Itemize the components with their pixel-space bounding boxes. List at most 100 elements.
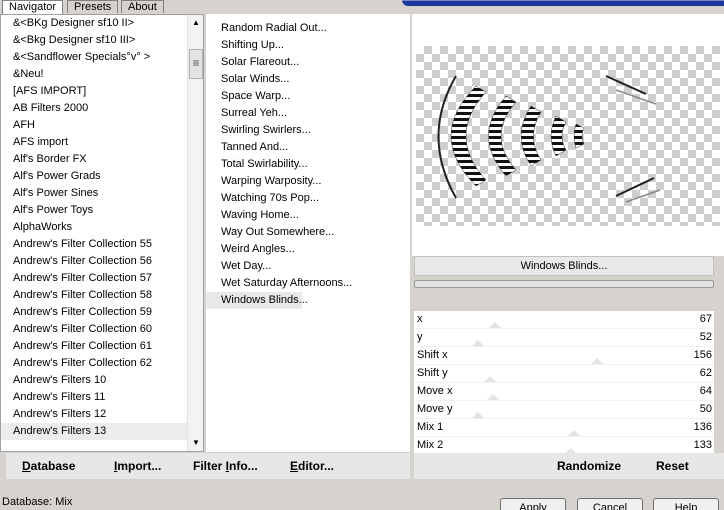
effect-item[interactable]: Random Radial Out... bbox=[206, 20, 394, 37]
filter-category-item[interactable]: Andrew's Filters 11 bbox=[1, 389, 187, 406]
param-label: Shift x bbox=[417, 349, 448, 361]
param-slider-thumb[interactable] bbox=[483, 376, 496, 382]
filter-info-label-rest: nfo... bbox=[229, 459, 258, 473]
filter-category-item[interactable]: Andrew's Filter Collection 61 bbox=[1, 338, 187, 355]
preview-canvas bbox=[416, 46, 720, 226]
tab-about[interactable]: About bbox=[121, 0, 164, 13]
help-button[interactable]: Help bbox=[653, 498, 719, 510]
editor-label-rest: ditor... bbox=[298, 459, 335, 473]
effect-item[interactable]: Space Warp... bbox=[206, 88, 394, 105]
filter-category-item[interactable]: AlphaWorks bbox=[1, 219, 187, 236]
filter-category-item[interactable]: Andrew's Filters 12 bbox=[1, 406, 187, 423]
param-value: 133 bbox=[693, 439, 712, 451]
param-value: 67 bbox=[699, 313, 712, 325]
filter-category-item[interactable]: &<Sandflower Specials°v° > bbox=[1, 49, 187, 66]
param-row[interactable]: Shift x 156 bbox=[414, 347, 714, 365]
filter-category-item[interactable]: Alf's Power Toys bbox=[1, 202, 187, 219]
category-scrollbar[interactable]: ▲ ▼ bbox=[187, 15, 203, 451]
filter-category-item[interactable]: Andrew's Filter Collection 56 bbox=[1, 253, 187, 270]
param-slider-thumb[interactable] bbox=[489, 322, 502, 328]
effect-item[interactable]: Surreal Yeh... bbox=[206, 105, 394, 122]
effect-item[interactable]: Weird Angles... bbox=[206, 241, 394, 258]
filter-category-item[interactable]: Alf's Border FX bbox=[1, 151, 187, 168]
param-slider-thumb[interactable] bbox=[472, 340, 484, 346]
effect-item[interactable]: Way Out Somewhere... bbox=[206, 224, 394, 241]
param-label: Mix 2 bbox=[417, 439, 444, 451]
param-value: 136 bbox=[693, 421, 712, 433]
import-button[interactable]: Import... bbox=[114, 453, 161, 479]
filters-unlimited-window: Navigator Presets About &<BKg Designer s… bbox=[0, 0, 724, 510]
param-row[interactable]: x 67 bbox=[414, 311, 714, 329]
filter-category-item[interactable]: AB Filters 2000 bbox=[1, 100, 187, 117]
effect-item[interactable]: Wet Day... bbox=[206, 258, 394, 275]
tab-presets[interactable]: Presets bbox=[67, 0, 119, 13]
effect-item[interactable]: Total Swirlability... bbox=[206, 156, 394, 173]
param-slider-thumb[interactable] bbox=[472, 412, 484, 418]
database-mnemonic: D bbox=[22, 459, 31, 473]
param-slider-thumb[interactable] bbox=[567, 430, 580, 436]
scroll-down-arrow-icon[interactable]: ▼ bbox=[188, 435, 204, 451]
filter-info-label-pre: Filter bbox=[193, 459, 226, 473]
reset-button[interactable]: Reset bbox=[656, 453, 689, 479]
filter-category-panel: &<BKg Designer sf10 II> &<Bkg Designer sf… bbox=[0, 14, 204, 452]
filter-category-item[interactable]: Andrew's Filters 13 bbox=[1, 423, 187, 440]
filter-category-item[interactable]: &Neu! bbox=[1, 66, 187, 83]
scroll-up-arrow-icon[interactable]: ▲ bbox=[188, 15, 204, 31]
param-slider-thumb[interactable] bbox=[590, 358, 603, 364]
filter-category-item[interactable]: Andrew's Filter Collection 59 bbox=[1, 304, 187, 321]
filter-category-item[interactable]: Andrew's Filters 10 bbox=[1, 372, 187, 389]
param-value: 52 bbox=[699, 331, 712, 343]
filter-category-item[interactable]: Andrew's Filter Collection 58 bbox=[1, 287, 187, 304]
editor-mnemonic: E bbox=[290, 459, 299, 473]
filter-category-item[interactable]: Alf's Power Sines bbox=[1, 185, 187, 202]
tab-bar: Navigator Presets About bbox=[0, 0, 724, 14]
filter-category-item[interactable]: Alf's Power Grads bbox=[1, 168, 187, 185]
tab-navigator[interactable]: Navigator bbox=[2, 0, 64, 14]
filter-category-item[interactable]: &<Bkg Designer sf10 III> bbox=[1, 32, 187, 49]
param-slider-thumb[interactable] bbox=[486, 394, 499, 400]
editor-button[interactable]: Editor... bbox=[290, 453, 334, 479]
effect-item[interactable]: Wet Saturday Afternoons... bbox=[206, 275, 394, 292]
status-bar: Database: Mix bbox=[2, 496, 72, 508]
effect-item[interactable]: Warping Warposity... bbox=[206, 173, 394, 190]
preview-effect-name: Windows Blinds... bbox=[414, 256, 714, 276]
param-row[interactable]: Mix 1 136 bbox=[414, 419, 714, 437]
preview-zoom-slider[interactable] bbox=[414, 280, 714, 288]
effect-item[interactable]: Tanned And... bbox=[206, 139, 394, 156]
filter-category-item[interactable]: [AFS IMPORT] bbox=[1, 83, 187, 100]
param-label: x bbox=[417, 313, 423, 325]
filter-category-list[interactable]: &<BKg Designer sf10 II> &<Bkg Designer sf… bbox=[1, 15, 187, 451]
scroll-thumb[interactable] bbox=[189, 49, 203, 79]
filter-category-item[interactable]: Andrew's Filter Collection 55 bbox=[1, 236, 187, 253]
effect-item[interactable]: Shifting Up... bbox=[206, 37, 394, 54]
filter-category-item[interactable]: Andrew's Filter Collection 62 bbox=[1, 355, 187, 372]
status-value: Mix bbox=[55, 496, 73, 508]
param-label: y bbox=[417, 331, 423, 343]
param-row[interactable]: Move x 64 bbox=[414, 383, 714, 401]
filter-category-item[interactable]: Andrew's Filter Collection 57 bbox=[1, 270, 187, 287]
effect-item[interactable]: Solar Winds... bbox=[206, 71, 394, 88]
filter-category-item[interactable]: Andrew's Filter Collection 60 bbox=[1, 321, 187, 338]
preview-panel bbox=[412, 14, 724, 256]
param-row[interactable]: Move y 50 bbox=[414, 401, 714, 419]
effect-item[interactable]: Swirling Swirlers... bbox=[206, 122, 394, 139]
filter-category-item[interactable]: AFH bbox=[1, 117, 187, 134]
param-value: 62 bbox=[699, 367, 712, 379]
preview-image bbox=[437, 75, 661, 203]
randomize-button[interactable]: Randomize bbox=[557, 453, 621, 479]
apply-button[interactable]: Apply bbox=[500, 498, 566, 510]
effect-item[interactable]: Windows Blinds... bbox=[206, 292, 308, 309]
param-row[interactable]: Shift y 62 bbox=[414, 365, 714, 383]
brand-banner bbox=[402, 0, 724, 6]
database-label-rest: atabase bbox=[30, 459, 76, 473]
effect-item[interactable]: Solar Flareout... bbox=[206, 54, 394, 71]
filter-info-button[interactable]: Filter Info... bbox=[193, 453, 258, 479]
database-button[interactable]: Database bbox=[22, 453, 75, 479]
filter-category-item[interactable]: AFS import bbox=[1, 134, 187, 151]
cancel-button[interactable]: Cancel bbox=[577, 498, 643, 510]
effect-item[interactable]: Watching 70s Pop... bbox=[206, 190, 394, 207]
filter-category-item[interactable]: &<BKg Designer sf10 II> bbox=[1, 15, 187, 32]
param-row[interactable]: y 52 bbox=[414, 329, 714, 347]
effect-item[interactable]: Waving Home... bbox=[206, 207, 394, 224]
effect-list[interactable]: Random Radial Out... Shifting Up... Solar … bbox=[206, 20, 394, 452]
